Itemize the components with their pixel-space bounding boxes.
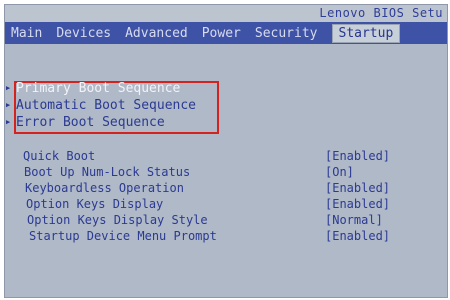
- startup-panel: ▶ Primary Boot Sequence ▶ Automatic Boot…: [5, 44, 447, 297]
- option-label: Option Keys Display: [26, 197, 164, 211]
- option-row-keys-display[interactable]: Option Keys Display [Enabled]: [5, 197, 447, 213]
- option-row-startup-device-menu[interactable]: Startup Device Menu Prompt [Enabled]: [5, 229, 447, 245]
- option-label: Quick Boot: [23, 149, 96, 163]
- tab-main[interactable]: Main: [11, 26, 42, 41]
- tab-power[interactable]: Power: [202, 26, 241, 41]
- option-row-keyboardless[interactable]: Keyboardless Operation [Enabled]: [5, 181, 447, 197]
- option-label: Keyboardless Operation: [25, 181, 184, 195]
- option-value[interactable]: [Enabled]: [325, 197, 390, 211]
- tab-advanced[interactable]: Advanced: [125, 26, 188, 41]
- primary-boot-sequence-item[interactable]: Primary Boot Sequence: [16, 81, 180, 96]
- tab-devices[interactable]: Devices: [56, 26, 111, 41]
- error-boot-sequence-item[interactable]: Error Boot Sequence: [16, 115, 165, 130]
- option-value[interactable]: [Enabled]: [325, 229, 390, 243]
- automatic-boot-sequence-item[interactable]: Automatic Boot Sequence: [16, 98, 196, 113]
- submenu-arrow-icon: ▶: [6, 84, 11, 92]
- submenu-arrow-icon: ▶: [6, 101, 11, 109]
- option-value[interactable]: [Enabled]: [325, 149, 390, 163]
- option-label: Option Keys Display Style: [27, 213, 208, 227]
- title-bar: Lenovo BIOS Setu: [5, 5, 447, 22]
- bios-title: Lenovo BIOS Setu: [319, 6, 443, 20]
- option-row-quick-boot[interactable]: Quick Boot [Enabled]: [5, 149, 447, 165]
- option-label: Boot Up Num-Lock Status: [24, 165, 191, 179]
- option-row-keys-display-style[interactable]: Option Keys Display Style [Normal]: [5, 213, 447, 229]
- tab-startup[interactable]: Startup: [331, 23, 401, 43]
- option-value[interactable]: [Normal]: [325, 213, 383, 227]
- menu-bar: Main Devices Advanced Power Security Sta…: [5, 22, 447, 44]
- tab-security[interactable]: Security: [255, 26, 318, 41]
- option-row-num-lock[interactable]: Boot Up Num-Lock Status [On]: [5, 165, 447, 181]
- option-value[interactable]: [Enabled]: [325, 181, 390, 195]
- bios-screen: Lenovo BIOS Setu Main Devices Advanced P…: [4, 4, 448, 298]
- option-value[interactable]: [On]: [325, 165, 354, 179]
- submenu-arrow-icon: ▶: [6, 118, 11, 126]
- option-label: Startup Device Menu Prompt: [29, 229, 217, 243]
